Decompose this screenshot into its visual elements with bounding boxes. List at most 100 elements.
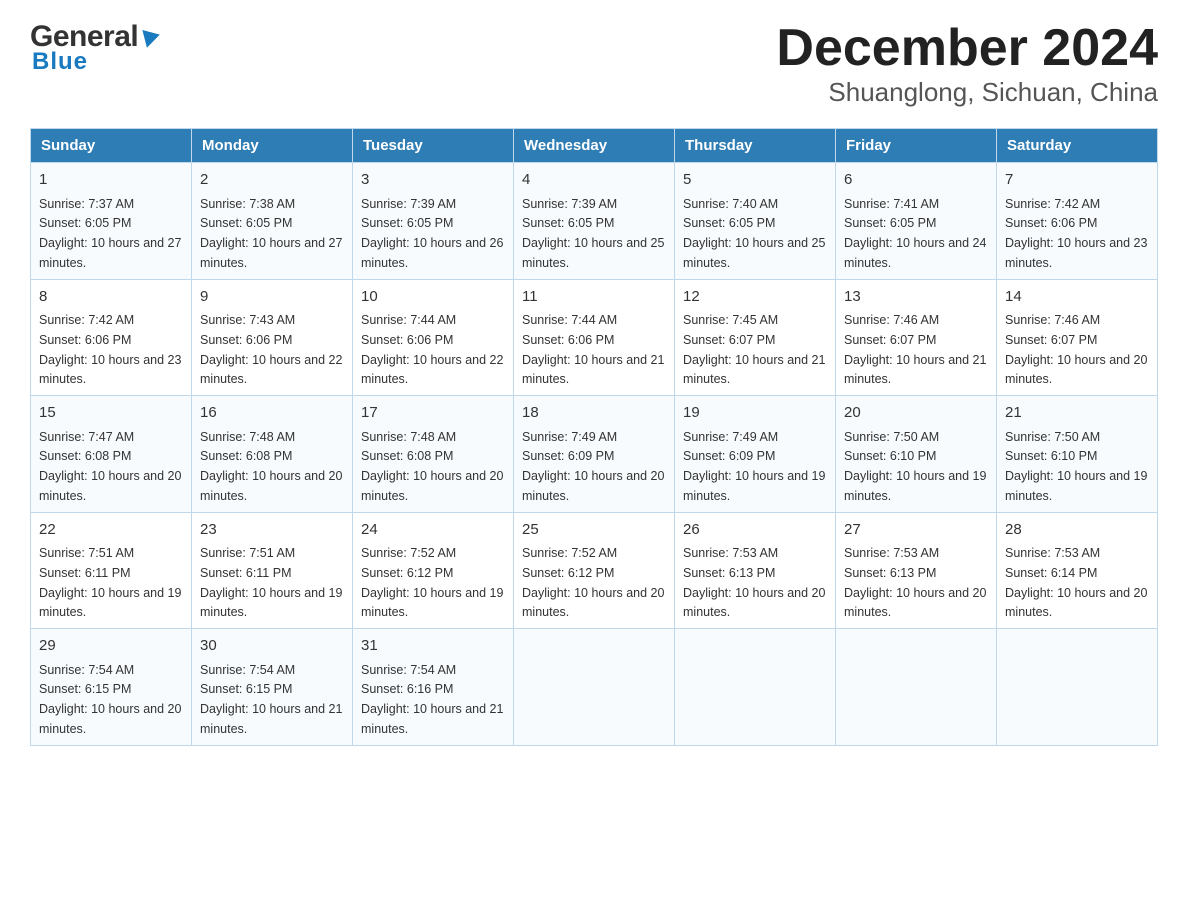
calendar-cell: 21Sunrise: 7:50 AMSunset: 6:10 PMDayligh… — [997, 396, 1158, 513]
day-info: Sunrise: 7:49 AMSunset: 6:09 PMDaylight:… — [683, 430, 825, 503]
page-header: General Blue December 2024 Shuanglong, S… — [30, 20, 1158, 108]
calendar-cell: 24 Sunrise: 7:52 AMSunset: 6:12 PMDayligh… — [353, 512, 514, 629]
day-number: 6 — [844, 169, 988, 192]
day-number: 3 — [361, 169, 505, 192]
calendar-cell — [836, 629, 997, 746]
day-info: Sunrise: 7:52 AMSunset: 6:12 PMDaylight:… — [361, 546, 503, 619]
calendar-cell: 14 Sunrise: 7:46 AMSunset: 6:07 PMDayligh… — [997, 279, 1158, 396]
day-number: 2 — [200, 169, 344, 192]
calendar-cell: 17Sunrise: 7:48 AMSunset: 6:08 PMDayligh… — [353, 396, 514, 513]
day-number: 4 — [522, 169, 666, 192]
day-info: Sunrise: 7:51 AMSunset: 6:11 PMDaylight:… — [39, 546, 181, 619]
day-info: Sunrise: 7:42 AMSunset: 6:06 PMDaylight:… — [1005, 197, 1147, 270]
day-info: Sunrise: 7:51 AMSunset: 6:11 PMDaylight:… — [200, 546, 342, 619]
day-number: 19 — [683, 402, 827, 425]
day-number: 28 — [1005, 519, 1149, 542]
calendar-cell — [514, 629, 675, 746]
day-number: 22 — [39, 519, 183, 542]
day-info: Sunrise: 7:44 AMSunset: 6:06 PMDaylight:… — [361, 313, 503, 386]
calendar-cell: 20 Sunrise: 7:50 AMSunset: 6:10 PMDayligh… — [836, 396, 997, 513]
day-info: Sunrise: 7:42 AMSunset: 6:06 PMDaylight:… — [39, 313, 181, 386]
day-info: Sunrise: 7:50 AMSunset: 6:10 PMDaylight:… — [844, 430, 986, 503]
logo: General Blue — [30, 20, 158, 76]
calendar-week-row: 1 Sunrise: 7:37 AMSunset: 6:05 PMDaylight… — [31, 163, 1158, 280]
day-number: 1 — [39, 169, 183, 192]
day-number: 11 — [522, 286, 666, 309]
logo-blue-text: Blue — [32, 48, 88, 76]
day-info: Sunrise: 7:37 AMSunset: 6:05 PMDaylight:… — [39, 197, 181, 270]
calendar-week-row: 15Sunrise: 7:47 AMSunset: 6:08 PMDayligh… — [31, 396, 1158, 513]
calendar-cell: 31Sunrise: 7:54 AMSunset: 6:16 PMDayligh… — [353, 629, 514, 746]
calendar-cell: 8Sunrise: 7:42 AMSunset: 6:06 PMDaylight… — [31, 279, 192, 396]
day-number: 26 — [683, 519, 827, 542]
day-number: 23 — [200, 519, 344, 542]
day-number: 9 — [200, 286, 344, 309]
calendar-week-row: 8Sunrise: 7:42 AMSunset: 6:06 PMDaylight… — [31, 279, 1158, 396]
day-info: Sunrise: 7:39 AMSunset: 6:05 PMDaylight:… — [361, 197, 503, 270]
calendar-cell: 15Sunrise: 7:47 AMSunset: 6:08 PMDayligh… — [31, 396, 192, 513]
calendar-cell: 3 Sunrise: 7:39 AMSunset: 6:05 PMDaylight… — [353, 163, 514, 280]
day-info: Sunrise: 7:52 AMSunset: 6:12 PMDaylight:… — [522, 546, 664, 619]
day-number: 14 — [1005, 286, 1149, 309]
calendar-cell: 28 Sunrise: 7:53 AMSunset: 6:14 PMDayligh… — [997, 512, 1158, 629]
calendar-cell: 10 Sunrise: 7:44 AMSunset: 6:06 PMDayligh… — [353, 279, 514, 396]
day-number: 30 — [200, 635, 344, 658]
day-number: 15 — [39, 402, 183, 425]
calendar-cell: 9 Sunrise: 7:43 AMSunset: 6:06 PMDaylight… — [192, 279, 353, 396]
day-number: 18 — [522, 402, 666, 425]
day-info: Sunrise: 7:49 AMSunset: 6:09 PMDaylight:… — [522, 430, 664, 503]
day-info: Sunrise: 7:40 AMSunset: 6:05 PMDaylight:… — [683, 197, 825, 270]
day-info: Sunrise: 7:39 AMSunset: 6:05 PMDaylight:… — [522, 197, 664, 270]
calendar-cell: 16Sunrise: 7:48 AMSunset: 6:08 PMDayligh… — [192, 396, 353, 513]
calendar-cell — [997, 629, 1158, 746]
header-wednesday: Wednesday — [514, 129, 675, 163]
header-thursday: Thursday — [675, 129, 836, 163]
page-title: December 2024 — [776, 20, 1158, 77]
calendar-cell: 13 Sunrise: 7:46 AMSunset: 6:07 PMDayligh… — [836, 279, 997, 396]
calendar-week-row: 29 Sunrise: 7:54 AMSunset: 6:15 PMDayligh… — [31, 629, 1158, 746]
day-info: Sunrise: 7:53 AMSunset: 6:13 PMDaylight:… — [844, 546, 986, 619]
calendar-cell: 18 Sunrise: 7:49 AMSunset: 6:09 PMDayligh… — [514, 396, 675, 513]
calendar-cell: 12 Sunrise: 7:45 AMSunset: 6:07 PMDayligh… — [675, 279, 836, 396]
day-info: Sunrise: 7:53 AMSunset: 6:14 PMDaylight:… — [1005, 546, 1147, 619]
calendar-cell: 1 Sunrise: 7:37 AMSunset: 6:05 PMDaylight… — [31, 163, 192, 280]
day-info: Sunrise: 7:43 AMSunset: 6:06 PMDaylight:… — [200, 313, 342, 386]
day-number: 31 — [361, 635, 505, 658]
day-info: Sunrise: 7:41 AMSunset: 6:05 PMDaylight:… — [844, 197, 986, 270]
day-info: Sunrise: 7:54 AMSunset: 6:15 PMDaylight:… — [39, 663, 181, 736]
page-subtitle: Shuanglong, Sichuan, China — [776, 77, 1158, 108]
calendar-cell: 4 Sunrise: 7:39 AMSunset: 6:05 PMDaylight… — [514, 163, 675, 280]
day-number: 21 — [1005, 402, 1149, 425]
day-info: Sunrise: 7:54 AMSunset: 6:15 PMDaylight:… — [200, 663, 342, 736]
day-number: 25 — [522, 519, 666, 542]
calendar-cell: 30 Sunrise: 7:54 AMSunset: 6:15 PMDayligh… — [192, 629, 353, 746]
header-tuesday: Tuesday — [353, 129, 514, 163]
day-number: 29 — [39, 635, 183, 658]
header-saturday: Saturday — [997, 129, 1158, 163]
calendar-cell: 25 Sunrise: 7:52 AMSunset: 6:12 PMDayligh… — [514, 512, 675, 629]
header-sunday: Sunday — [31, 129, 192, 163]
calendar-cell: 22 Sunrise: 7:51 AMSunset: 6:11 PMDayligh… — [31, 512, 192, 629]
calendar-cell — [675, 629, 836, 746]
day-number: 13 — [844, 286, 988, 309]
day-number: 17 — [361, 402, 505, 425]
calendar-cell: 27Sunrise: 7:53 AMSunset: 6:13 PMDayligh… — [836, 512, 997, 629]
title-section: December 2024 Shuanglong, Sichuan, China — [776, 20, 1158, 108]
logo-triangle-icon — [138, 30, 160, 50]
day-info: Sunrise: 7:46 AMSunset: 6:07 PMDaylight:… — [1005, 313, 1147, 386]
calendar-cell: 19 Sunrise: 7:49 AMSunset: 6:09 PMDayligh… — [675, 396, 836, 513]
calendar-cell: 26Sunrise: 7:53 AMSunset: 6:13 PMDayligh… — [675, 512, 836, 629]
day-number: 7 — [1005, 169, 1149, 192]
calendar-header-row: Sunday Monday Tuesday Wednesday Thursday… — [31, 129, 1158, 163]
day-info: Sunrise: 7:46 AMSunset: 6:07 PMDaylight:… — [844, 313, 986, 386]
day-number: 5 — [683, 169, 827, 192]
day-info: Sunrise: 7:45 AMSunset: 6:07 PMDaylight:… — [683, 313, 825, 386]
day-number: 20 — [844, 402, 988, 425]
day-number: 16 — [200, 402, 344, 425]
day-info: Sunrise: 7:44 AMSunset: 6:06 PMDaylight:… — [522, 313, 664, 386]
calendar-cell: 5 Sunrise: 7:40 AMSunset: 6:05 PMDaylight… — [675, 163, 836, 280]
day-number: 12 — [683, 286, 827, 309]
day-number: 24 — [361, 519, 505, 542]
day-number: 10 — [361, 286, 505, 309]
header-friday: Friday — [836, 129, 997, 163]
